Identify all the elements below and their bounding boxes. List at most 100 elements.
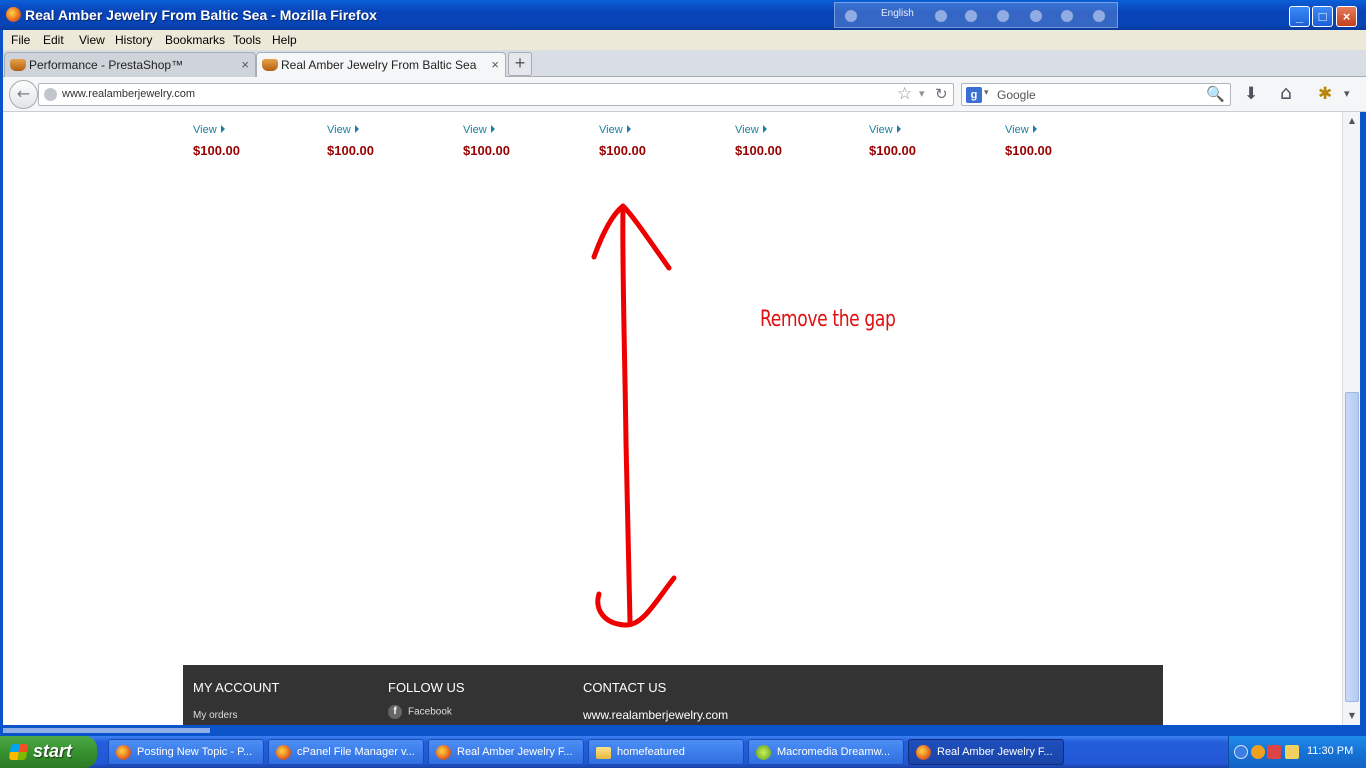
- my-orders-link[interactable]: My orders: [193, 710, 279, 721]
- engine-dropdown-icon[interactable]: ▾: [984, 88, 989, 98]
- window-title: Real Amber Jewelry From Baltic Sea - Moz…: [25, 7, 377, 23]
- addon-icon[interactable]: ✱: [1318, 84, 1332, 104]
- status-progress: [3, 728, 210, 733]
- view-label[interactable]: View: [1005, 124, 1029, 136]
- view-link[interactable]: View: [327, 124, 374, 136]
- taskbar-item[interactable]: Posting New Topic - P...: [108, 739, 264, 765]
- firefox-icon: [436, 745, 451, 760]
- tab-performance[interactable]: Performance - PrestaShop™ ×: [4, 52, 256, 77]
- close-button[interactable]: ×: [1336, 6, 1357, 27]
- view-link[interactable]: View: [193, 124, 240, 136]
- language-icon[interactable]: [845, 10, 857, 22]
- new-tab-button[interactable]: +: [508, 52, 532, 76]
- view-link[interactable]: View: [463, 124, 510, 136]
- menu-edit[interactable]: Edit: [43, 33, 64, 47]
- menu-bar: File Edit View History Bookmarks Tools H…: [0, 30, 1366, 50]
- minimize-button[interactable]: _: [1289, 6, 1310, 27]
- menu-tools[interactable]: Tools: [233, 33, 261, 47]
- menu-arrow-icon[interactable]: ▾: [1344, 87, 1350, 100]
- download-icon[interactable]: ⬇: [1244, 84, 1258, 104]
- bookmark-star-icon[interactable]: ☆: [897, 84, 912, 104]
- view-label[interactable]: View: [327, 124, 351, 136]
- reload-icon[interactable]: ↻: [935, 85, 948, 103]
- search-icon[interactable]: 🔍: [1206, 85, 1225, 103]
- pen-icon[interactable]: [965, 10, 977, 22]
- vertical-scrollbar[interactable]: ▲ ▼: [1342, 112, 1360, 725]
- product-item: View $100.00: [1005, 124, 1052, 158]
- search-bar[interactable]: g ▾ Google 🔍: [961, 83, 1231, 106]
- product-item: View $100.00: [327, 124, 374, 158]
- taskbar-item[interactable]: Real Amber Jewelry F...: [428, 739, 584, 765]
- tray-app-icon[interactable]: [1251, 745, 1265, 759]
- facebook-label[interactable]: Facebook: [408, 707, 452, 718]
- facebook-icon[interactable]: f: [388, 705, 402, 719]
- help-icon[interactable]: [1061, 10, 1073, 22]
- tab-close-icon[interactable]: ×: [491, 57, 499, 72]
- scroll-up-icon[interactable]: ▲: [1345, 114, 1359, 128]
- product-item: View $100.00: [193, 124, 240, 158]
- product-item: View $100.00: [463, 124, 510, 158]
- dreamweaver-icon: [756, 745, 771, 760]
- system-tray: 11:30 PM: [1228, 736, 1366, 768]
- expand-tray-icon[interactable]: [1234, 745, 1248, 759]
- view-link[interactable]: View: [599, 124, 646, 136]
- scrollbar-thumb[interactable]: [1345, 392, 1359, 702]
- taskbar-item[interactable]: Macromedia Dreamw...: [748, 739, 904, 765]
- windows-logo-icon: [8, 744, 29, 760]
- window-border: [0, 30, 3, 728]
- start-label: start: [33, 741, 73, 761]
- globe-icon[interactable]: [44, 88, 57, 101]
- language-label[interactable]: English: [881, 8, 914, 19]
- url-text[interactable]: www.realamberjewelry.com: [62, 88, 195, 100]
- back-button[interactable]: ←: [9, 80, 38, 109]
- menu-file[interactable]: File: [11, 33, 30, 47]
- scroll-down-icon[interactable]: ▼: [1345, 709, 1359, 723]
- arrow-head-bottom: [595, 575, 677, 628]
- product-price: $100.00: [327, 143, 374, 158]
- view-link[interactable]: View: [869, 124, 916, 136]
- menu-help[interactable]: Help: [272, 33, 297, 47]
- taskbar-item[interactable]: cPanel File Manager v...: [268, 739, 424, 765]
- arrow-right-icon: [490, 125, 495, 133]
- menu-view[interactable]: View: [79, 33, 105, 47]
- taskbar: start Posting New Topic - P... cPanel Fi…: [0, 736, 1366, 768]
- google-icon[interactable]: g: [966, 87, 982, 103]
- view-label[interactable]: View: [463, 124, 487, 136]
- product-price: $100.00: [869, 143, 916, 158]
- gear-icon[interactable]: [997, 10, 1009, 22]
- maximize-button[interactable]: □: [1312, 6, 1333, 27]
- menu-history[interactable]: History: [115, 33, 152, 47]
- navigation-bar: ← www.realamberjewelry.com ☆ ▾ ↻ g ▾ Goo…: [0, 77, 1366, 112]
- taskbar-item-label: homefeatured: [617, 746, 685, 758]
- taskbar-item-label: Posting New Topic - P...: [137, 746, 253, 758]
- view-link[interactable]: View: [1005, 124, 1052, 136]
- view-label[interactable]: View: [193, 124, 217, 136]
- contact-url[interactable]: www.realamberjewelry.com: [583, 708, 728, 722]
- footer-my-account: MY ACCOUNT My orders: [193, 680, 279, 721]
- taskbar-item[interactable]: homefeatured: [588, 739, 744, 765]
- tab-real-amber[interactable]: Real Amber Jewelry From Baltic Sea ×: [256, 52, 506, 78]
- start-button[interactable]: start: [0, 736, 97, 768]
- menu-bookmarks[interactable]: Bookmarks: [165, 33, 225, 47]
- history-dropdown-icon[interactable]: ▾: [919, 87, 925, 100]
- language-bar[interactable]: English: [834, 2, 1118, 28]
- security-icon[interactable]: [1285, 745, 1299, 759]
- arrow-right-icon: [762, 125, 767, 133]
- search-input[interactable]: Google: [997, 88, 1036, 102]
- tray-app-icon[interactable]: [1267, 745, 1281, 759]
- firefox-icon: [116, 745, 131, 760]
- view-link[interactable]: View: [735, 124, 782, 136]
- view-label[interactable]: View: [735, 124, 759, 136]
- url-bar[interactable]: www.realamberjewelry.com ☆ ▾ ↻: [38, 83, 954, 106]
- home-icon[interactable]: ⌂: [1280, 82, 1292, 104]
- info-icon[interactable]: [1093, 10, 1105, 22]
- view-label[interactable]: View: [869, 124, 893, 136]
- product-item: View $100.00: [735, 124, 782, 158]
- facebook-link[interactable]: f Facebook: [388, 705, 465, 719]
- footer-contact-us: CONTACT US www.realamberjewelry.com: [583, 680, 728, 722]
- tab-close-icon[interactable]: ×: [241, 57, 249, 72]
- taskbar-item[interactable]: Real Amber Jewelry F...: [908, 739, 1064, 765]
- view-label[interactable]: View: [599, 124, 623, 136]
- keyboard-icon[interactable]: [935, 10, 947, 22]
- speech-icon[interactable]: [1030, 10, 1042, 22]
